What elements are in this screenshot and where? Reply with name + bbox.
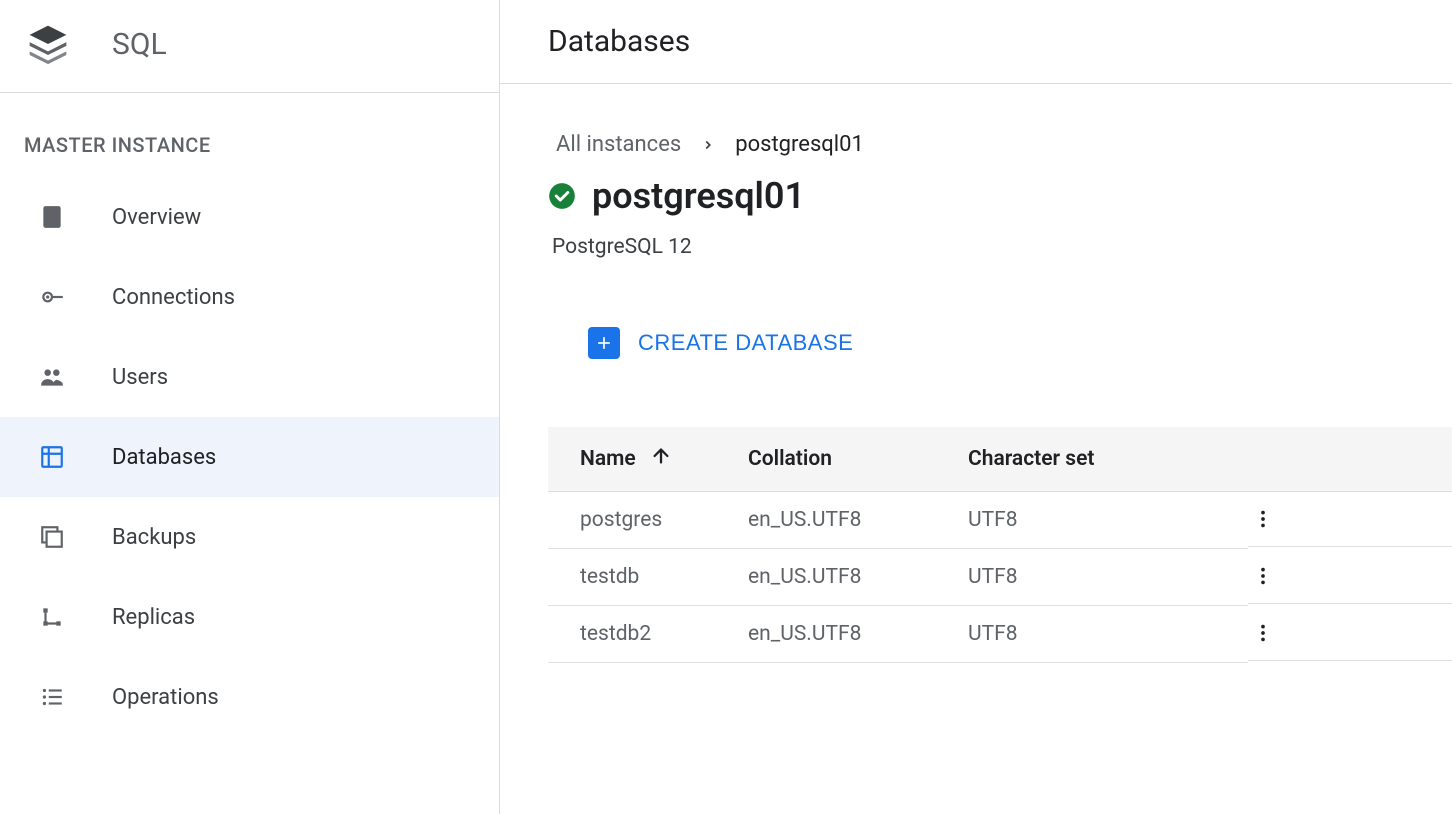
sort-ascending-icon	[650, 445, 672, 473]
chevron-right-icon	[701, 138, 715, 152]
table-row: testdb2 en_US.UTF8 UTF8	[548, 606, 1452, 663]
sidebar-item-label: Overview	[112, 205, 201, 230]
instance-name: postgresql01	[592, 175, 805, 217]
create-database-label: CREATE DATABASE	[638, 330, 853, 356]
sidebar-item-label: Backups	[112, 525, 196, 550]
databases-table: Name Collation Character set p	[548, 427, 1452, 663]
db-collation-cell: en_US.UTF8	[748, 606, 968, 663]
main-header: Databases	[500, 0, 1452, 84]
databases-icon	[36, 441, 68, 473]
sidebar-item-operations[interactable]: Operations	[0, 657, 499, 737]
table-row: postgres en_US.UTF8 UTF8	[548, 492, 1452, 549]
sidebar-item-label: Databases	[112, 445, 216, 470]
backups-icon	[36, 521, 68, 553]
db-charset-cell: UTF8	[968, 606, 1248, 663]
db-charset-cell: UTF8	[968, 492, 1248, 549]
table-row: testdb en_US.UTF8 UTF8	[548, 549, 1452, 606]
sidebar-items: Overview Connections Users Databases	[0, 177, 499, 737]
sidebar-item-users[interactable]: Users	[0, 337, 499, 417]
users-icon	[36, 361, 68, 393]
breadcrumb-root[interactable]: All instances	[556, 132, 681, 157]
sidebar-item-replicas[interactable]: Replicas	[0, 577, 499, 657]
db-name-cell: postgres	[548, 492, 748, 549]
brand-title: SQL	[112, 27, 167, 62]
overview-icon	[36, 201, 68, 233]
db-charset-cell: UTF8	[968, 549, 1248, 606]
page-title: Databases	[548, 24, 1404, 59]
sidebar-section-title: MASTER INSTANCE	[0, 93, 499, 177]
sidebar-item-label: Connections	[112, 285, 235, 310]
plus-icon	[588, 327, 620, 359]
sql-logo-icon	[24, 20, 72, 68]
row-actions-menu[interactable]	[1248, 565, 1278, 587]
sidebar-item-connections[interactable]: Connections	[0, 257, 499, 337]
sidebar: SQL MASTER INSTANCE Overview Connections	[0, 0, 500, 814]
column-header-collation[interactable]: Collation	[748, 427, 968, 492]
sidebar-item-label: Operations	[112, 685, 219, 710]
sidebar-item-label: Users	[112, 365, 168, 390]
replicas-icon	[36, 601, 68, 633]
sidebar-header: SQL	[0, 0, 499, 93]
connections-icon	[36, 281, 68, 313]
instance-version: PostgreSQL 12	[548, 235, 1452, 259]
column-header-name-label: Name	[580, 447, 636, 471]
sidebar-item-overview[interactable]: Overview	[0, 177, 499, 257]
column-header-charset[interactable]: Character set	[968, 427, 1248, 492]
db-name-cell: testdb2	[548, 606, 748, 663]
breadcrumb: All instances postgresql01	[548, 132, 1452, 157]
breadcrumb-current: postgresql01	[735, 132, 864, 157]
sidebar-item-databases[interactable]: Databases	[0, 417, 499, 497]
column-header-name[interactable]: Name	[580, 445, 672, 473]
db-name-cell: testdb	[548, 549, 748, 606]
sidebar-item-label: Replicas	[112, 605, 195, 630]
db-collation-cell: en_US.UTF8	[748, 492, 968, 549]
sidebar-item-backups[interactable]: Backups	[0, 497, 499, 577]
row-actions-menu[interactable]	[1248, 508, 1278, 530]
row-actions-menu[interactable]	[1248, 622, 1278, 644]
main-content: Databases All instances postgresql01 pos…	[500, 0, 1452, 814]
status-ok-icon	[548, 182, 576, 210]
operations-icon	[36, 681, 68, 713]
instance-title-row: postgresql01	[548, 175, 1452, 217]
db-collation-cell: en_US.UTF8	[748, 549, 968, 606]
create-database-button[interactable]: CREATE DATABASE	[576, 319, 865, 367]
